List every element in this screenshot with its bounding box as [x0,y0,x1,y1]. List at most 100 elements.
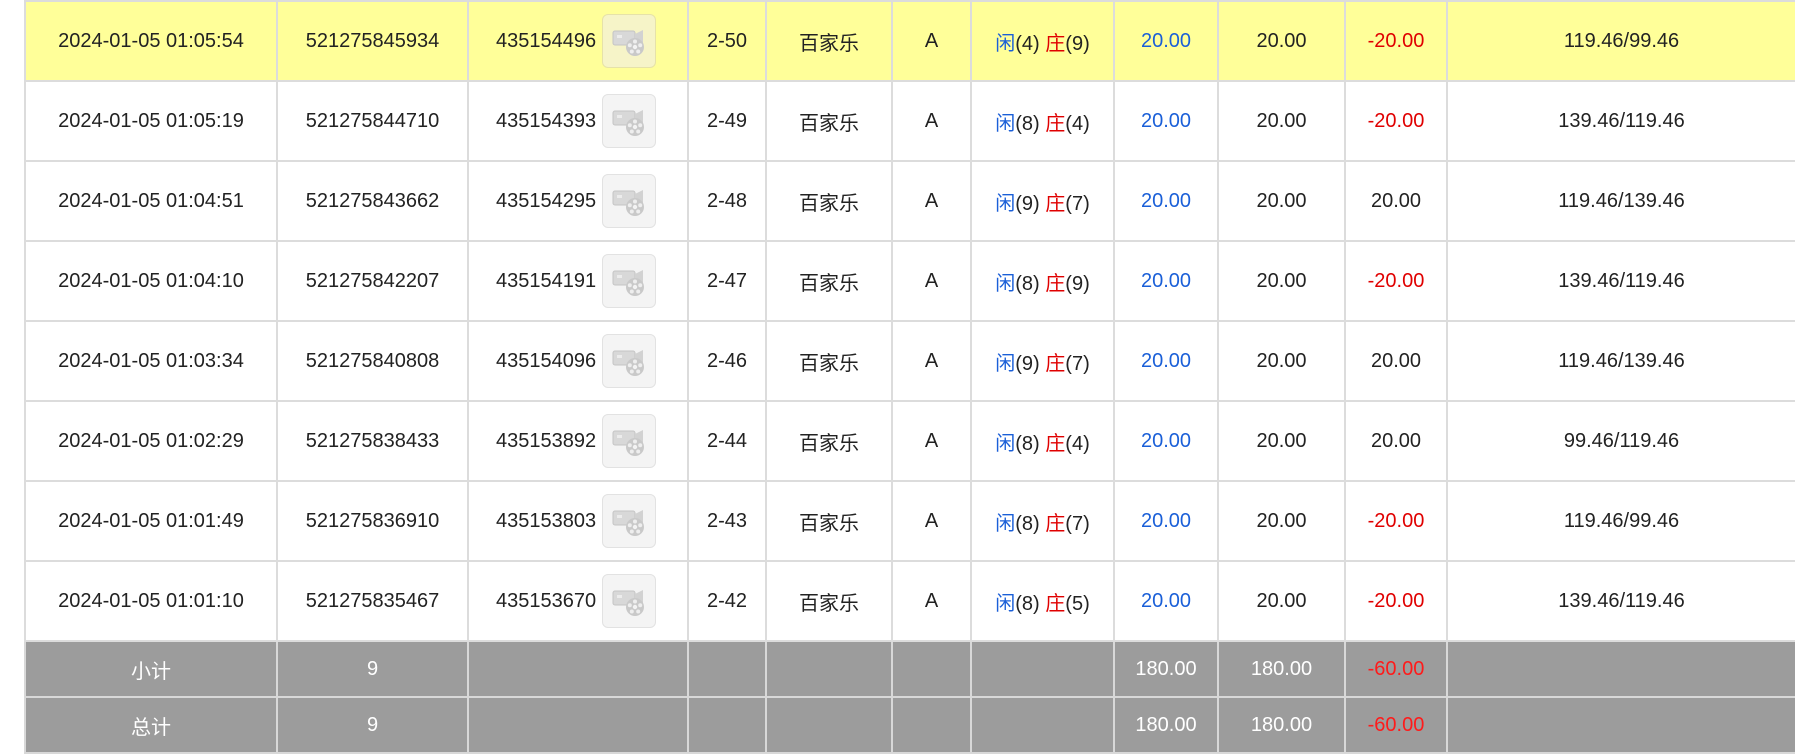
player-label: 闲 [995,32,1016,55]
result: 闲(9) 庄(7) [970,160,1115,242]
win-loss: -20.00 [1344,80,1448,162]
game-name: 百家乐 [765,240,893,322]
valid-bet: 20.00 [1217,0,1346,82]
summary-row: 总计 9 180.00 180.00 -60.00 [24,696,1795,754]
video-replay-button[interactable] [602,414,657,468]
summary-empty [467,696,689,754]
valid-bet: 20.00 [1217,560,1346,642]
round-cell: 435154496 [467,0,689,82]
result: 闲(8) 庄(4) [970,400,1115,482]
game-type: A [891,240,972,322]
video-replay-button[interactable] [602,574,657,628]
game-name: 百家乐 [765,160,893,242]
valid-bet: 20.00 [1217,480,1346,562]
balance-change: 119.46/99.46 [1446,480,1795,562]
video-replay-button[interactable] [602,494,657,548]
table-row: 2024-01-05 01:04:10 521275842207 4351541… [24,240,1795,322]
bet-records-body: 2024-01-05 01:05:54 521275845934 4351544… [24,0,1795,754]
table-row: 2024-01-05 01:02:29 521275838433 4351538… [24,400,1795,482]
round-id: 435154096 [496,349,597,372]
video-replay-icon [612,110,645,136]
order-id: 521275840808 [276,320,469,402]
player-label: 闲 [995,112,1016,135]
player-label: 闲 [995,352,1016,375]
round-cell: 435154191 [467,240,689,322]
banker-points: (4) [1065,112,1090,135]
video-replay-button[interactable] [602,94,657,148]
game-type: A [891,160,972,242]
video-replay-icon [612,270,645,296]
balance-change: 119.46/99.46 [1446,0,1795,82]
order-id: 521275835467 [276,560,469,642]
video-replay-button[interactable] [602,14,657,68]
win-loss: 20.00 [1344,400,1448,482]
win-loss: -20.00 [1344,0,1448,82]
round-cell: 435154096 [467,320,689,402]
balance-change: 139.46/119.46 [1446,560,1795,642]
round-id: 435154191 [496,269,597,292]
win-loss: -20.00 [1344,480,1448,562]
player-label: 闲 [995,512,1016,535]
round-cell: 435154393 [467,80,689,162]
game-name: 百家乐 [765,480,893,562]
video-replay-icon [612,430,645,456]
video-replay-button[interactable] [602,254,657,308]
table-number: 2-48 [687,160,767,242]
valid-bet: 20.00 [1217,160,1346,242]
win-loss: 20.00 [1344,320,1448,402]
video-replay-button[interactable] [602,334,657,388]
video-replay-icon [612,190,645,216]
banker-points: (4) [1065,432,1090,455]
bet-amount: 20.00 [1113,160,1219,242]
game-name: 百家乐 [765,80,893,162]
bet-time: 2024-01-05 01:04:10 [24,240,278,322]
valid-bet: 20.00 [1217,240,1346,322]
table-number: 2-50 [687,0,767,82]
bet-time: 2024-01-05 01:02:29 [24,400,278,482]
valid-bet: 20.00 [1217,400,1346,482]
player-points: (8) [1015,432,1040,455]
player-label: 闲 [995,432,1016,455]
bet-amount: 20.00 [1113,240,1219,322]
game-type: A [891,80,972,162]
game-type: A [891,320,972,402]
banker-label: 庄 [1045,192,1066,215]
win-loss: -20.00 [1344,560,1448,642]
player-points: (9) [1015,352,1040,375]
bet-time: 2024-01-05 01:04:51 [24,160,278,242]
table-number: 2-46 [687,320,767,402]
player-label: 闲 [995,592,1016,615]
game-type: A [891,560,972,642]
banker-label: 庄 [1045,352,1066,375]
round-id: 435154496 [496,29,597,52]
banker-points: (7) [1065,352,1090,375]
table-row: 2024-01-05 01:05:19 521275844710 4351543… [24,80,1795,162]
order-id: 521275836910 [276,480,469,562]
banker-points: (7) [1065,512,1090,535]
bet-time: 2024-01-05 01:05:54 [24,0,278,82]
game-name: 百家乐 [765,560,893,642]
result: 闲(9) 庄(7) [970,320,1115,402]
table-number: 2-44 [687,400,767,482]
order-id: 521275843662 [276,160,469,242]
video-replay-button[interactable] [602,174,657,228]
summary-empty [891,640,972,698]
summary-row: 小计 9 180.00 180.00 -60.00 [24,640,1795,698]
summary-empty [765,640,893,698]
bet-amount: 20.00 [1113,480,1219,562]
summary-empty [687,640,767,698]
bet-time: 2024-01-05 01:05:19 [24,80,278,162]
round-cell: 435153803 [467,480,689,562]
order-id: 521275838433 [276,400,469,482]
summary-empty [1446,696,1795,754]
video-replay-icon [612,590,645,616]
bet-amount: 20.00 [1113,560,1219,642]
banker-label: 庄 [1045,432,1066,455]
game-type: A [891,0,972,82]
summary-count: 9 [276,640,469,698]
bet-time: 2024-01-05 01:03:34 [24,320,278,402]
banker-label: 庄 [1045,512,1066,535]
summary-empty [970,640,1115,698]
player-label: 闲 [995,192,1016,215]
player-points: (4) [1015,32,1040,55]
